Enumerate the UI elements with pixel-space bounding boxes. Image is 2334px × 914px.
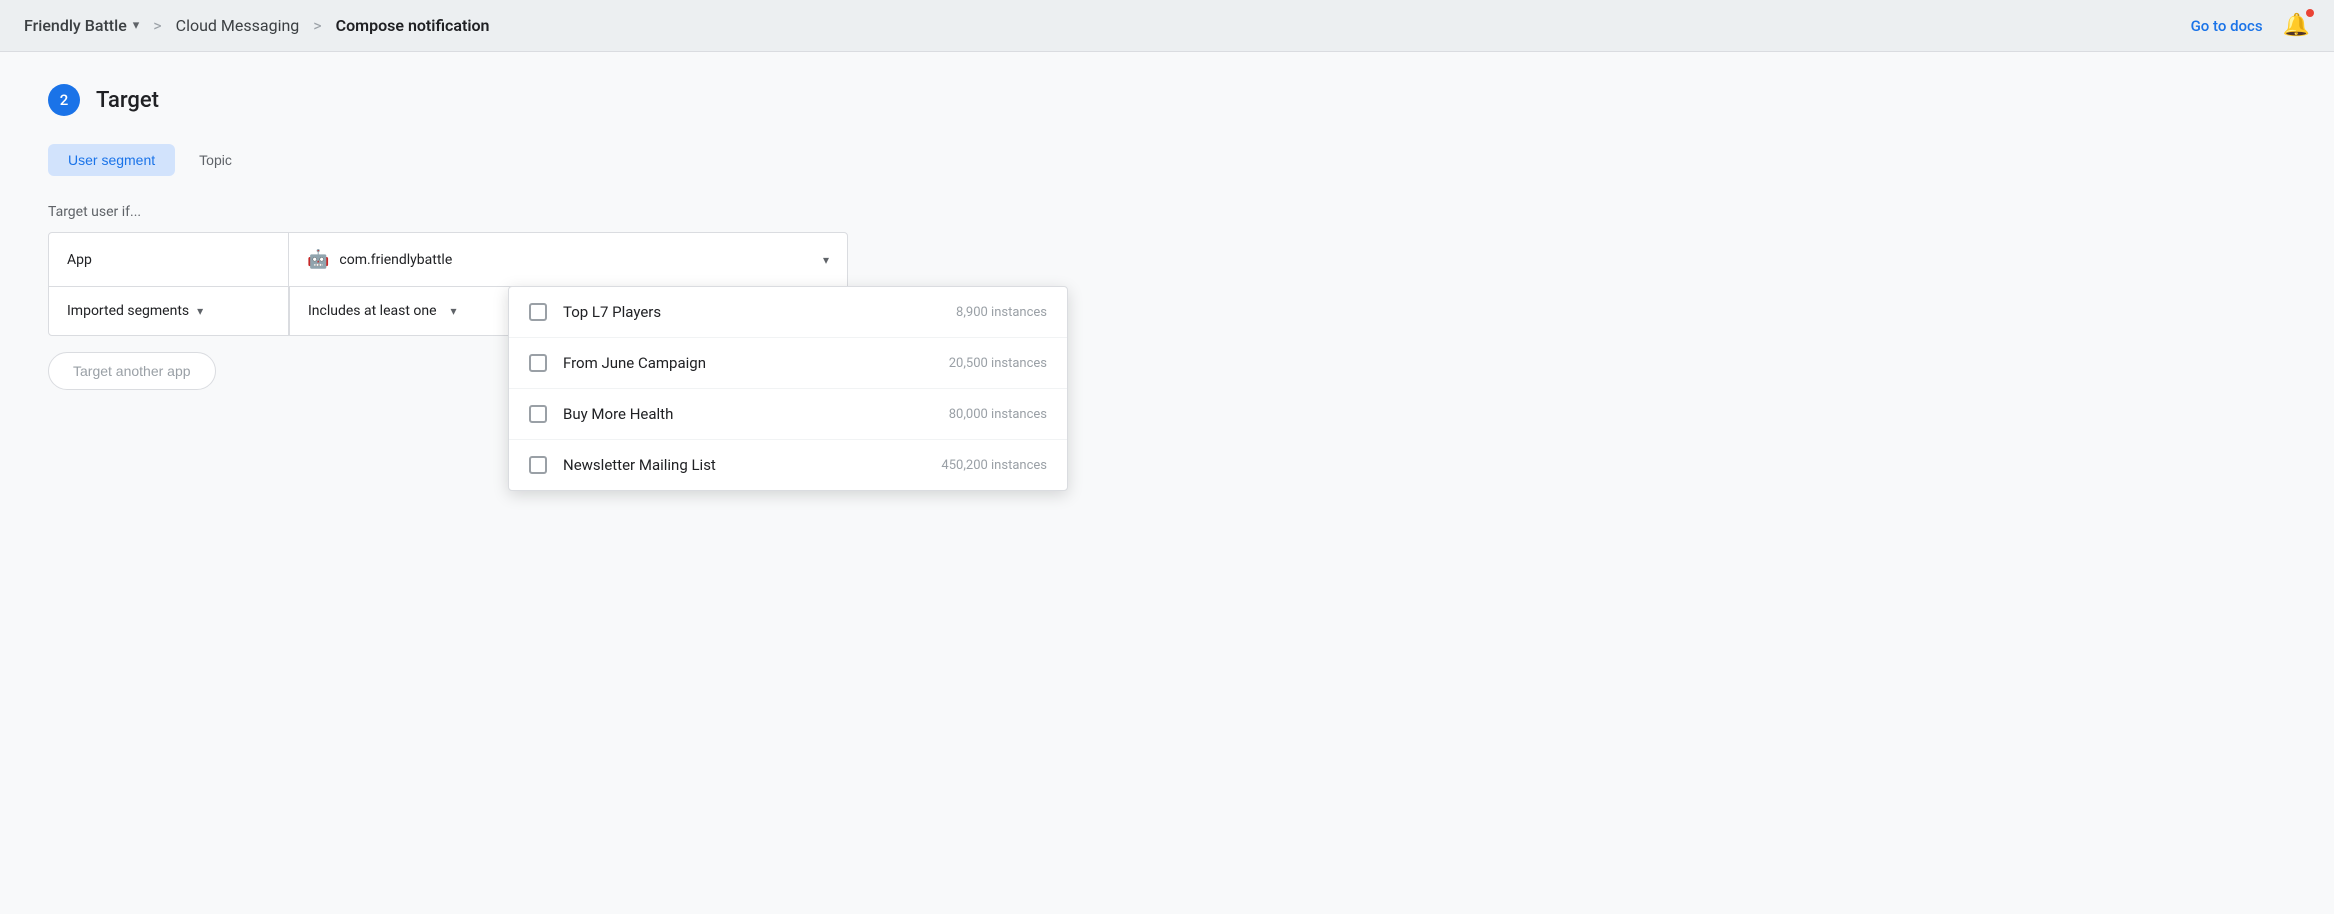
notification-badge [2306,9,2314,17]
segment-count-newsletter-mailing-list: 450,200 instances [941,458,1047,473]
checkbox-newsletter-mailing-list[interactable] [529,456,547,474]
checkbox-top-l7-players[interactable] [529,303,547,321]
breadcrumb-separator-1: > [153,16,161,35]
tab-topic[interactable]: Topic [179,144,252,176]
conditions-wrapper: App 🤖 com.friendlybattle ▾ Imported segm… [48,232,1152,336]
step-title: Target [96,88,159,113]
app-row-label: App [49,233,289,286]
target-another-app-button[interactable]: Target another app [48,352,216,390]
dropdown-item-buy-more-health[interactable]: Buy More Health 80,000 instances [509,389,1067,440]
tab-user-segment[interactable]: User segment [48,144,175,176]
segments-row-label: Imported segments ▾ [49,287,289,335]
app-id-value: com.friendlybattle [339,252,452,268]
target-tabs: User segment Topic [48,144,1152,176]
breadcrumb: Friendly Battle ▾ > Cloud Messaging > Co… [24,16,489,35]
dropdown-item-newsletter-mailing-list[interactable]: Newsletter Mailing List 450,200 instance… [509,440,1067,490]
segments-dropdown-arrow-icon: ▾ [197,304,203,318]
target-condition-label: Target user if... [48,204,1152,220]
android-icon: 🤖 [307,249,329,270]
includes-at-least-one-label: Includes at least one [308,303,437,319]
app-name[interactable]: Friendly Battle ▾ [24,16,139,35]
segment-dropdown-overlay: Top L7 Players 8,900 instances From June… [508,286,1068,491]
main-content: 2 Target User segment Topic Target user … [0,52,1200,422]
step-header: 2 Target [48,84,1152,116]
imported-segments-label: Imported segments [67,303,189,319]
topnav-right: Go to docs 🔔 [2191,13,2310,38]
step-number-badge: 2 [48,84,80,116]
app-row-value[interactable]: 🤖 com.friendlybattle ▾ [289,233,847,286]
segment-count-buy-more-health: 80,000 instances [949,407,1047,422]
segment-label-newsletter-mailing-list: Newsletter Mailing List [563,456,941,474]
segment-count-top-l7-players: 8,900 instances [956,305,1047,320]
condition-dropdown-arrow-icon: ▾ [451,304,457,318]
checkbox-from-june-campaign[interactable] [529,354,547,372]
dropdown-item-from-june-campaign[interactable]: From June Campaign 20,500 instances [509,338,1067,389]
app-chevron-icon: ▾ [133,18,140,33]
go-to-docs-link[interactable]: Go to docs [2191,17,2263,35]
segment-label-buy-more-health: Buy More Health [563,405,949,423]
breadcrumb-separator-2: > [313,16,321,35]
app-row: App 🤖 com.friendlybattle ▾ [49,233,847,287]
segment-label-top-l7-players: Top L7 Players [563,303,956,321]
product-label: Cloud Messaging [176,16,300,35]
checkbox-buy-more-health[interactable] [529,405,547,423]
segment-label-from-june-campaign: From June Campaign [563,354,949,372]
segment-count-from-june-campaign: 20,500 instances [949,356,1047,371]
notifications-bell-icon[interactable]: 🔔 [2283,13,2310,38]
app-dropdown-arrow-icon: ▾ [823,253,829,267]
top-navigation: Friendly Battle ▾ > Cloud Messaging > Co… [0,0,2334,52]
app-name-label: Friendly Battle [24,16,127,35]
page-title: Compose notification [336,16,490,35]
dropdown-item-top-l7-players[interactable]: Top L7 Players 8,900 instances [509,287,1067,338]
